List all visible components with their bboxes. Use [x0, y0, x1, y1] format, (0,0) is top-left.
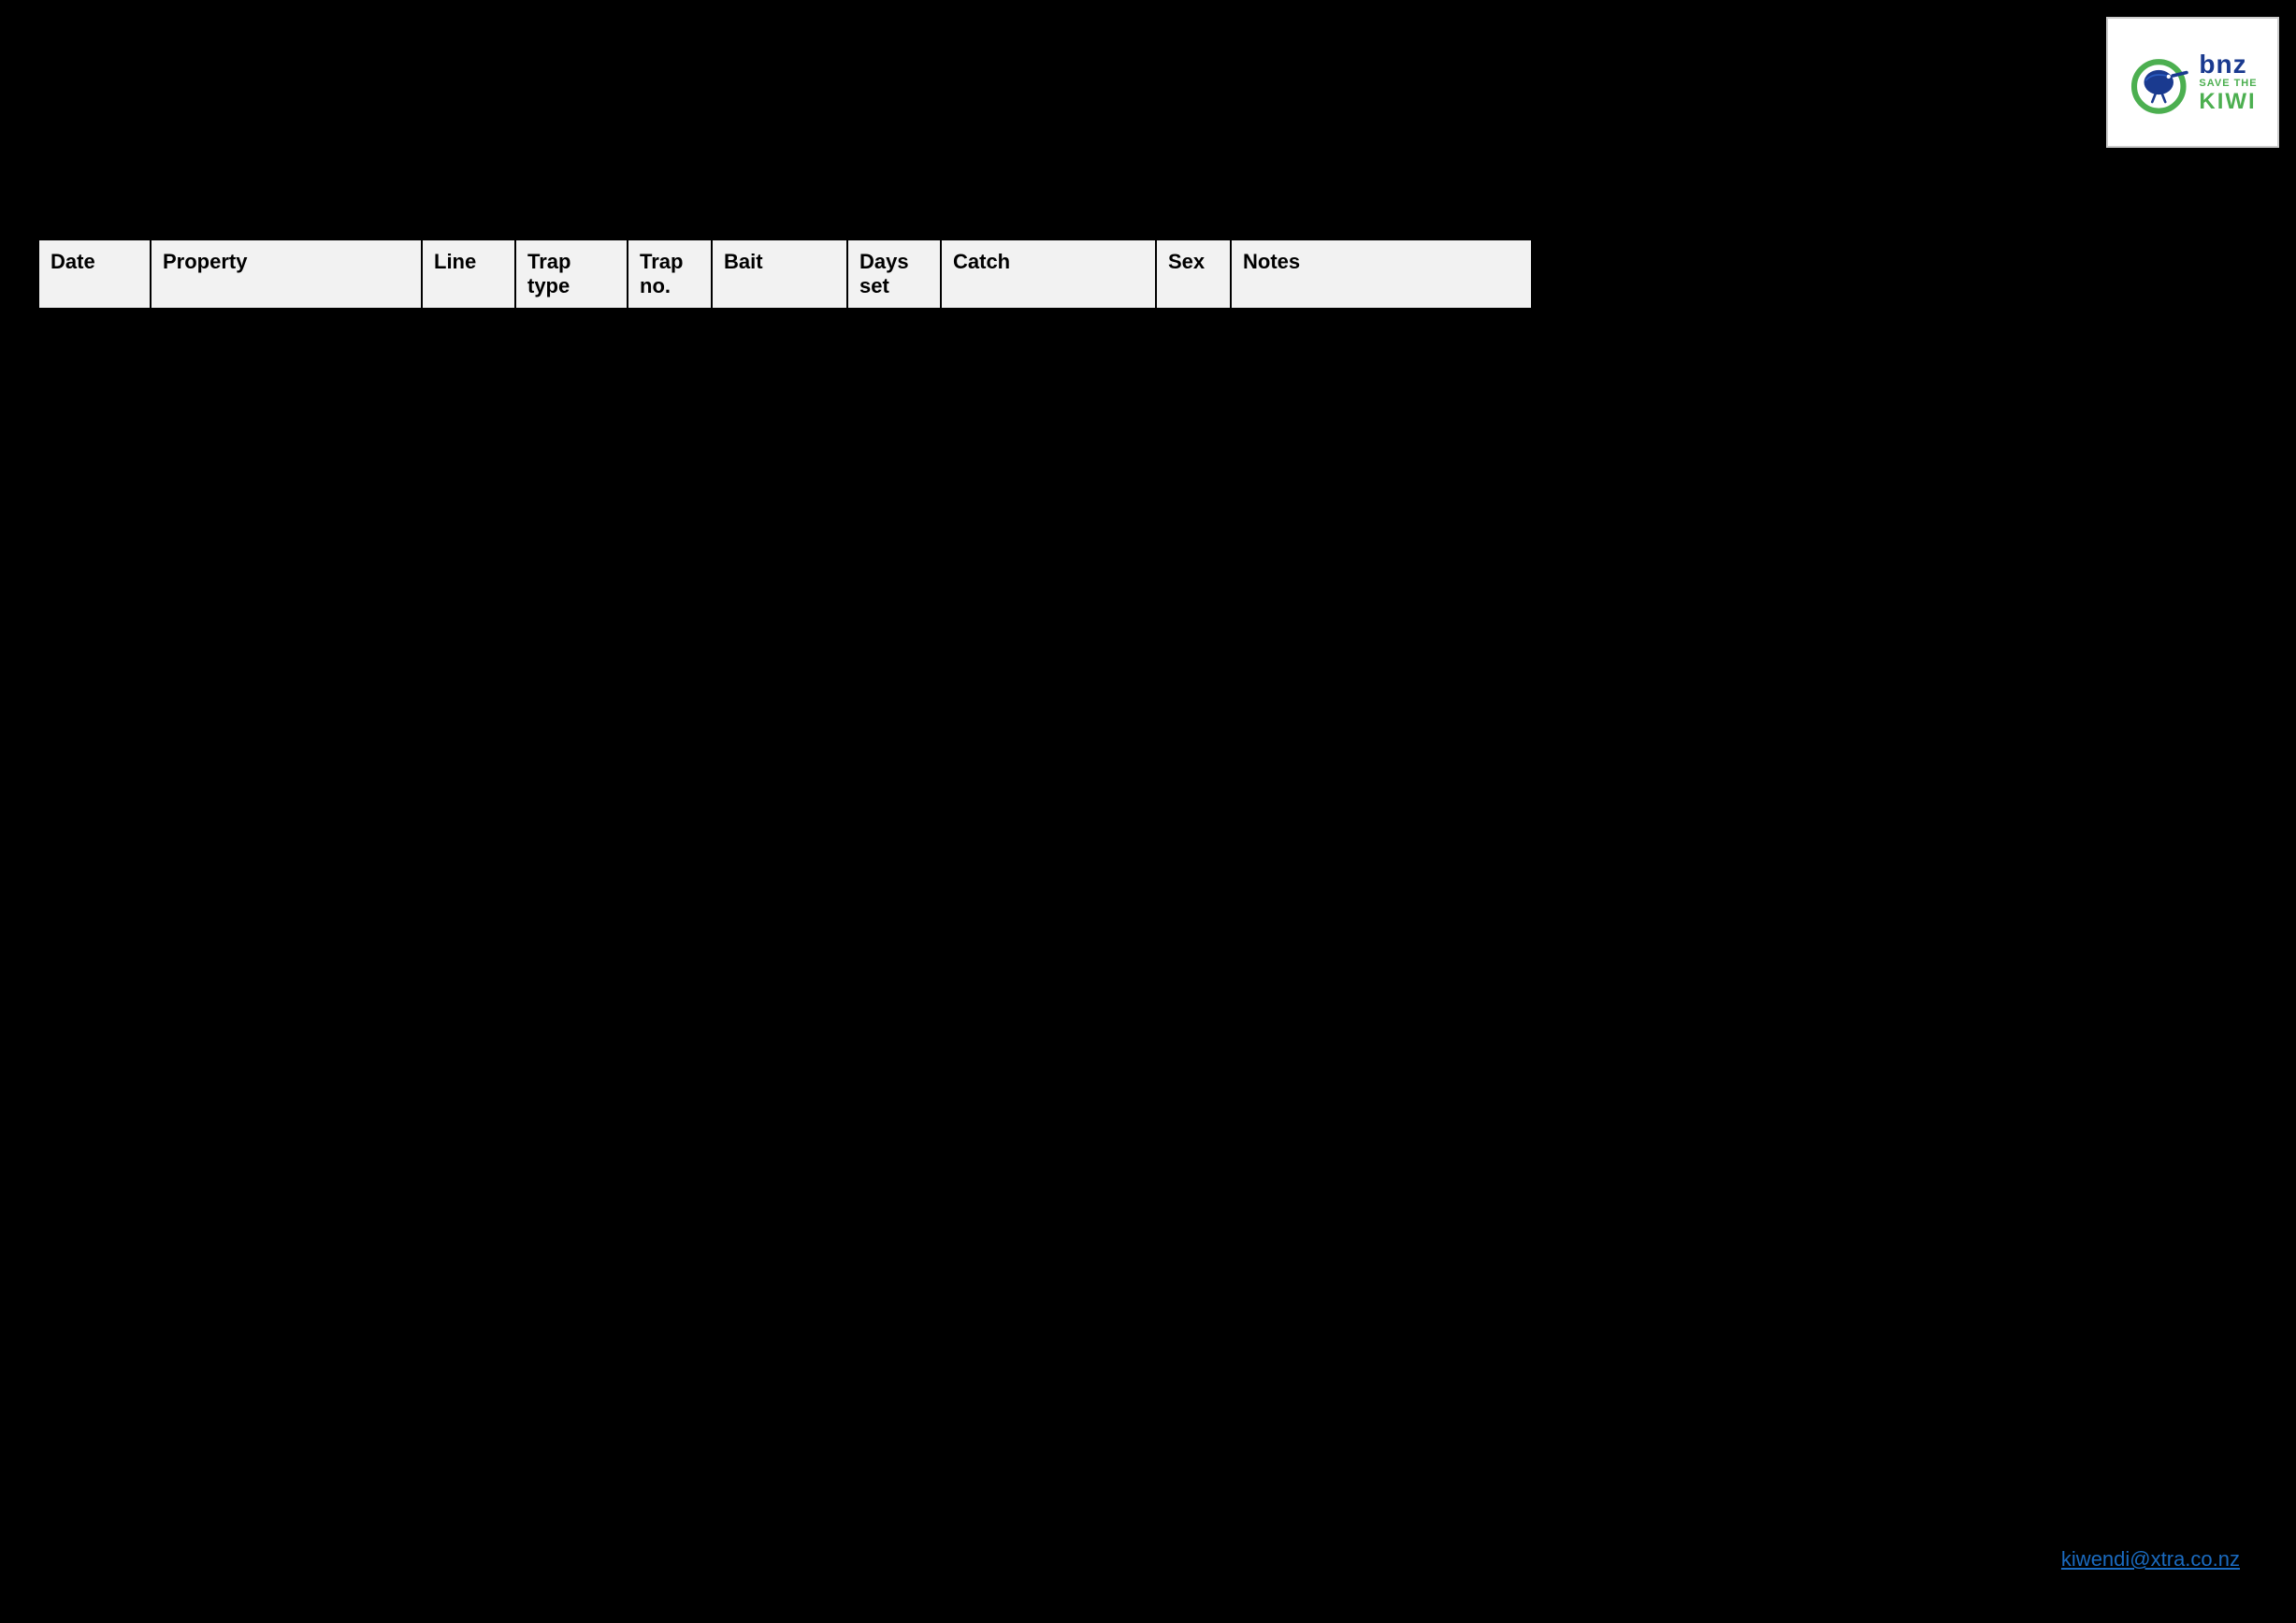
col-header-date: Date — [39, 240, 152, 308]
kiwi-bird-icon — [2128, 50, 2193, 115]
bnz-text-block: bnz SAVE THE KIWI — [2199, 51, 2257, 112]
bnz-brand-label: bnz — [2199, 51, 2246, 78]
col-header-property: Property — [152, 240, 423, 308]
footer-email-link[interactable]: kiwendi@xtra.co.nz — [2061, 1547, 2240, 1572]
col-header-trapno: Trap no. — [628, 240, 713, 308]
col-header-notes: Notes — [1232, 240, 1531, 308]
table-header: Date Property Line Trap type Trap no. Ba… — [37, 239, 1533, 310]
col-header-bait: Bait — [713, 240, 848, 308]
kiwi-label: KIWI — [2199, 91, 2256, 113]
col-header-traptype: Trap type — [516, 240, 628, 308]
col-header-sex: Sex — [1157, 240, 1232, 308]
col-header-daysset: Days set — [848, 240, 942, 308]
logo-container: bnz SAVE THE KIWI — [2106, 17, 2279, 148]
col-header-catch: Catch — [942, 240, 1157, 308]
logo-inner: bnz SAVE THE KIWI — [2128, 50, 2257, 115]
col-header-line: Line — [423, 240, 516, 308]
